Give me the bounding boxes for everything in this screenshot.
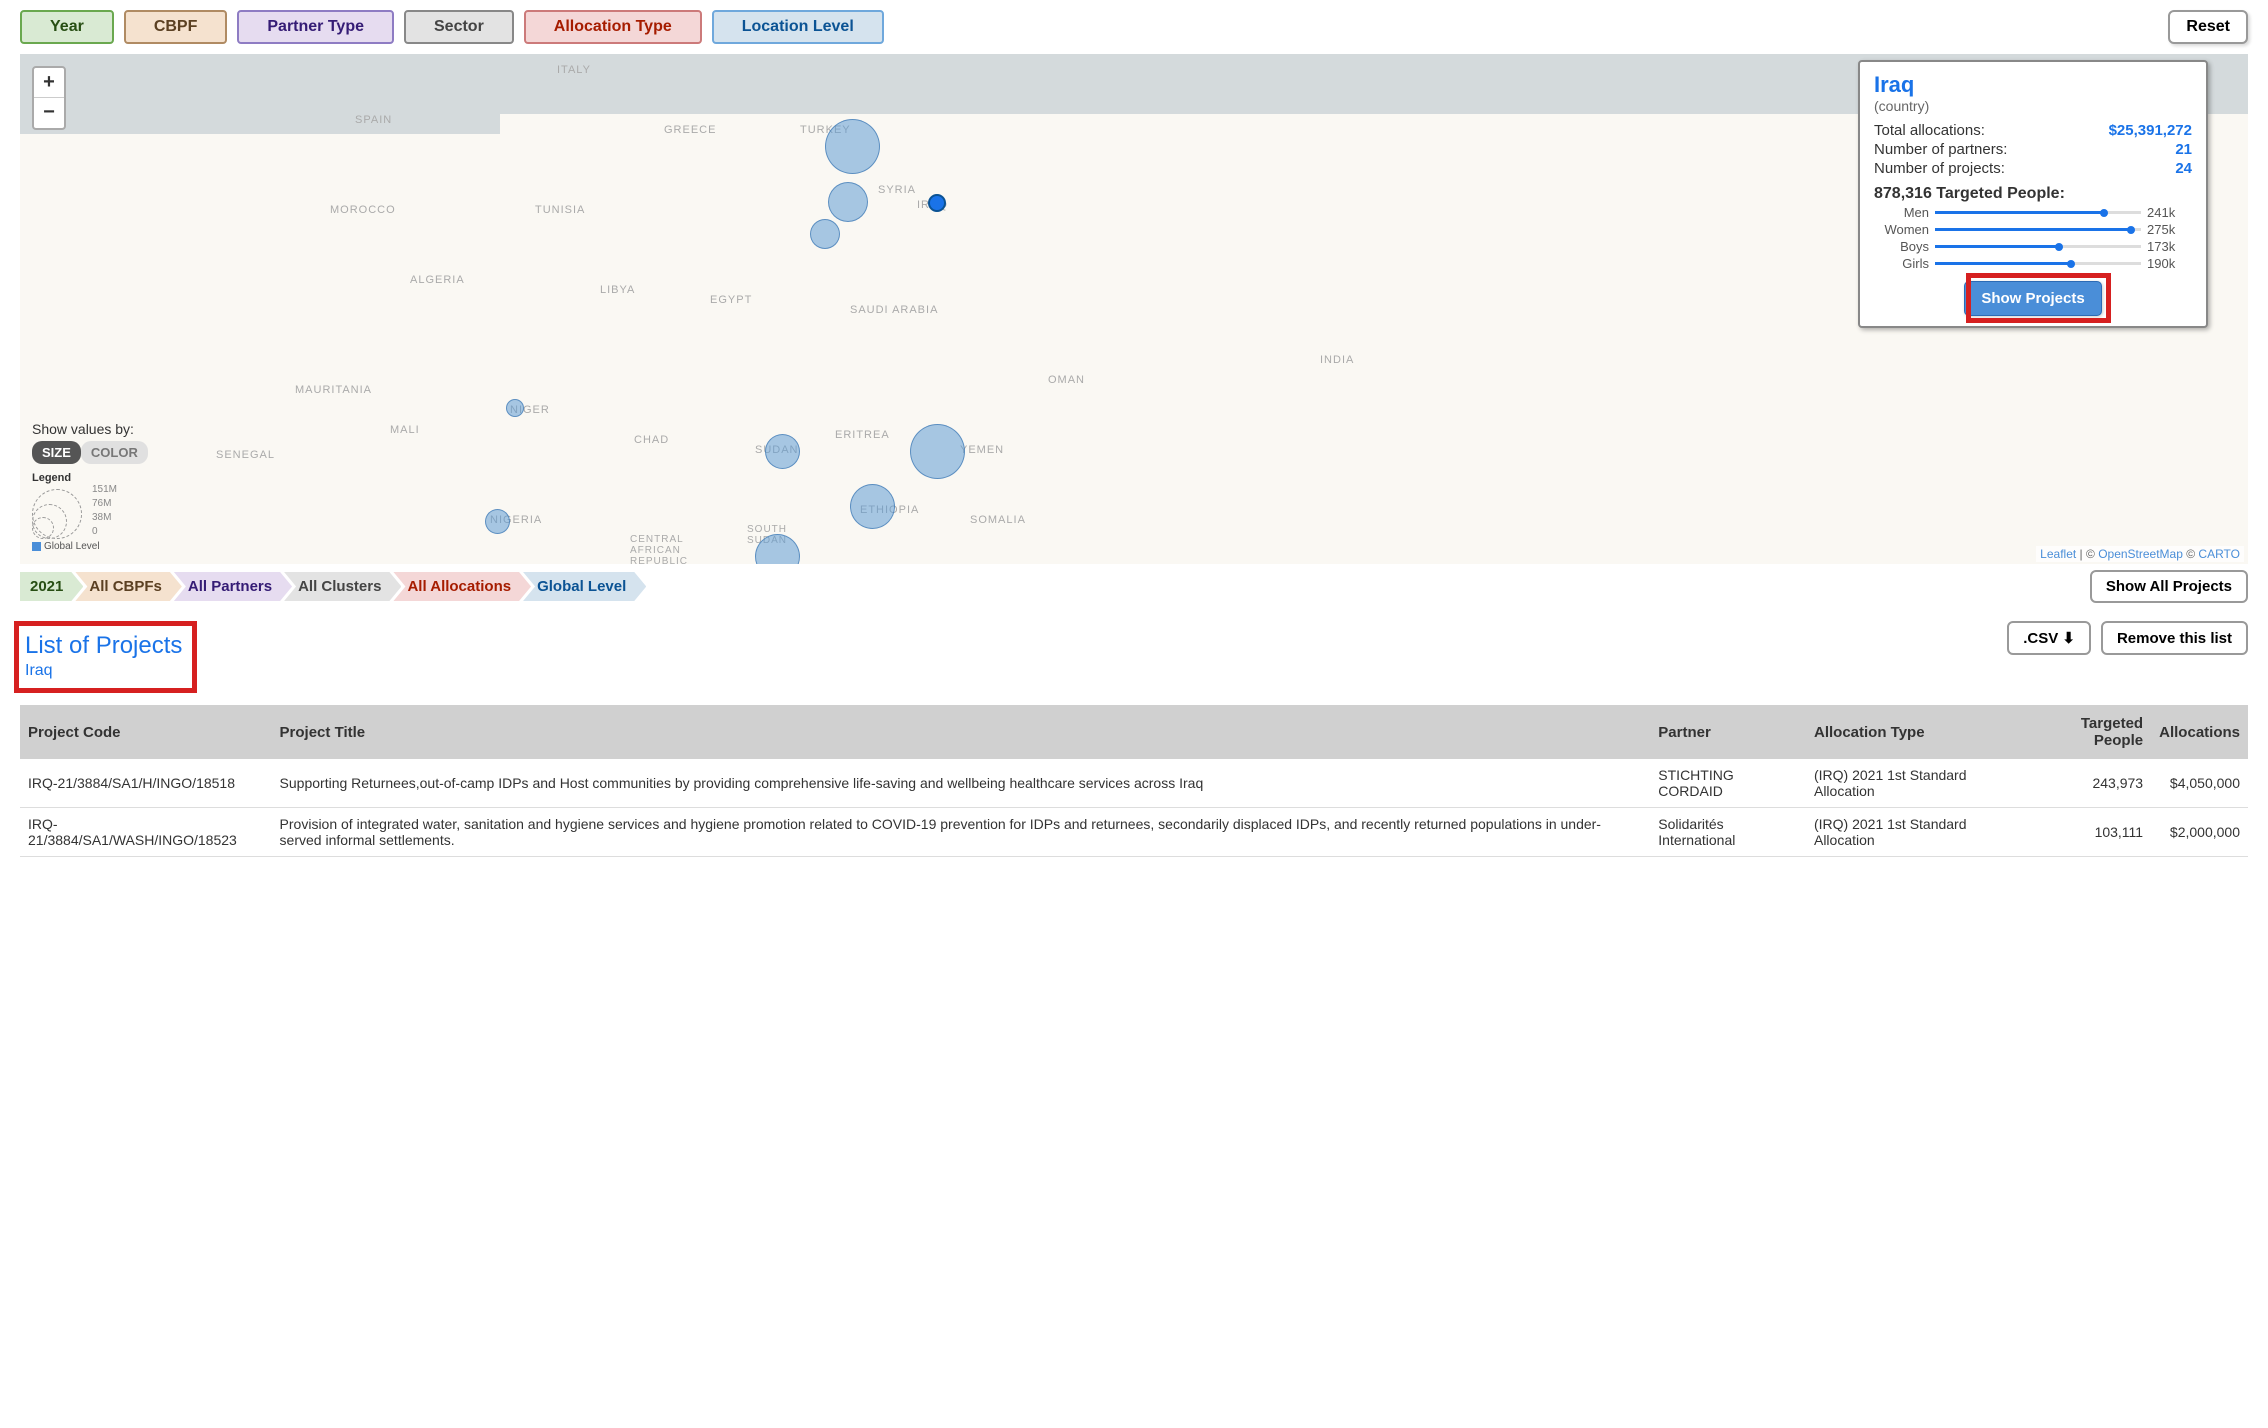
map-legend-panel: Show values by: SIZE COLOR Legend 151M 7… bbox=[32, 421, 148, 552]
legend-global-level: Global Level bbox=[32, 541, 148, 552]
show-values-label: Show values by: bbox=[32, 421, 148, 437]
filter-allocation-type-button[interactable]: Allocation Type bbox=[524, 10, 702, 44]
col-partner[interactable]: Partner bbox=[1650, 705, 1806, 759]
zoom-controls: + − bbox=[32, 66, 66, 130]
filter-location-level-button[interactable]: Location Level bbox=[712, 10, 884, 44]
download-icon: ⬇ bbox=[2062, 630, 2075, 647]
map[interactable]: SPAIN ITALY GREECE TURKEY SYRIA IRAQ MOR… bbox=[20, 54, 2248, 564]
tooltip-projects-value: 24 bbox=[2175, 160, 2192, 177]
attribution-osm[interactable]: OpenStreetMap bbox=[2098, 547, 2183, 561]
tooltip-partners-label: Number of partners: bbox=[1874, 141, 2007, 158]
table-row[interactable]: IRQ-21/3884/SA1/H/INGO/18518Supporting R… bbox=[20, 759, 2248, 808]
tooltip-projects-label: Number of projects: bbox=[1874, 160, 2005, 177]
zoom-in-button[interactable]: + bbox=[34, 68, 64, 98]
crumb-cluster[interactable]: All Clusters bbox=[284, 572, 401, 601]
project-list-header: List of Projects Iraq .CSV ⬇ Remove this… bbox=[20, 621, 2248, 693]
breakdown-row: Men241k bbox=[1874, 205, 2192, 220]
col-allocation-type[interactable]: Allocation Type bbox=[1806, 705, 2025, 759]
projects-table: Project Code Project Title Partner Alloc… bbox=[20, 705, 2248, 857]
breakdown-row: Girls190k bbox=[1874, 256, 2192, 271]
breakdown-row: Boys173k bbox=[1874, 239, 2192, 254]
highlight-list-title: List of Projects Iraq bbox=[14, 621, 197, 693]
legend-title: Legend bbox=[32, 472, 148, 484]
filter-cbpf-button[interactable]: CBPF bbox=[124, 10, 228, 44]
breadcrumb: 2021 All CBPFs All Partners All Clusters… bbox=[20, 570, 2248, 603]
tooltip-targeted-label: 878,316 Targeted People: bbox=[1874, 185, 2192, 203]
country-tooltip: Iraq (country) Total allocations: $25,391… bbox=[1858, 60, 2208, 328]
remove-list-button[interactable]: Remove this list bbox=[2101, 621, 2248, 655]
reset-button[interactable]: Reset bbox=[2168, 10, 2248, 44]
show-all-projects-button[interactable]: Show All Projects bbox=[2090, 570, 2248, 603]
crumb-partner[interactable]: All Partners bbox=[174, 572, 292, 601]
tooltip-alloc-label: Total allocations: bbox=[1874, 122, 1985, 139]
col-targeted-people[interactable]: Targeted People bbox=[2025, 705, 2152, 759]
crumb-year[interactable]: 2021 bbox=[20, 572, 83, 601]
project-list-title: List of Projects bbox=[25, 632, 182, 660]
tooltip-breakdown: Men241k Women275k Boys173k Girls190k bbox=[1874, 205, 2192, 271]
tooltip-type: (country) bbox=[1874, 98, 2192, 114]
show-projects-button[interactable]: Show Projects bbox=[1964, 281, 2101, 316]
map-attribution: Leaflet | © OpenStreetMap © CARTO bbox=[2036, 546, 2244, 562]
marker-iraq-selected[interactable] bbox=[928, 194, 946, 212]
filter-partner-type-button[interactable]: Partner Type bbox=[237, 10, 394, 44]
toggle-color[interactable]: COLOR bbox=[81, 441, 148, 464]
export-csv-button[interactable]: .CSV ⬇ bbox=[2007, 621, 2091, 655]
filter-bar: Year CBPF Partner Type Sector Allocation… bbox=[20, 10, 2248, 44]
col-project-title[interactable]: Project Title bbox=[272, 705, 1651, 759]
tooltip-title: Iraq bbox=[1874, 72, 2192, 98]
attribution-leaflet[interactable]: Leaflet bbox=[2040, 547, 2076, 561]
crumb-location[interactable]: Global Level bbox=[523, 572, 646, 601]
filter-year-button[interactable]: Year bbox=[20, 10, 114, 44]
legend-circles: 151M 76M 38M 0 bbox=[32, 484, 112, 539]
breakdown-row: Women275k bbox=[1874, 222, 2192, 237]
col-allocations[interactable]: Allocations bbox=[2151, 705, 2248, 759]
crumb-cbpf[interactable]: All CBPFs bbox=[75, 572, 182, 601]
toggle-size[interactable]: SIZE bbox=[32, 441, 81, 464]
zoom-out-button[interactable]: − bbox=[34, 98, 64, 128]
col-project-code[interactable]: Project Code bbox=[20, 705, 272, 759]
project-list-subtitle: Iraq bbox=[25, 662, 182, 680]
attribution-carto[interactable]: CARTO bbox=[2198, 547, 2240, 561]
value-toggle[interactable]: SIZE COLOR bbox=[32, 441, 148, 464]
filter-sector-button[interactable]: Sector bbox=[404, 10, 514, 44]
crumb-allocation[interactable]: All Allocations bbox=[393, 572, 531, 601]
table-row[interactable]: IRQ-21/3884/SA1/WASH/INGO/18523Provision… bbox=[20, 808, 2248, 857]
tooltip-alloc-value: $25,391,272 bbox=[2109, 122, 2192, 139]
tooltip-partners-value: 21 bbox=[2175, 141, 2192, 158]
